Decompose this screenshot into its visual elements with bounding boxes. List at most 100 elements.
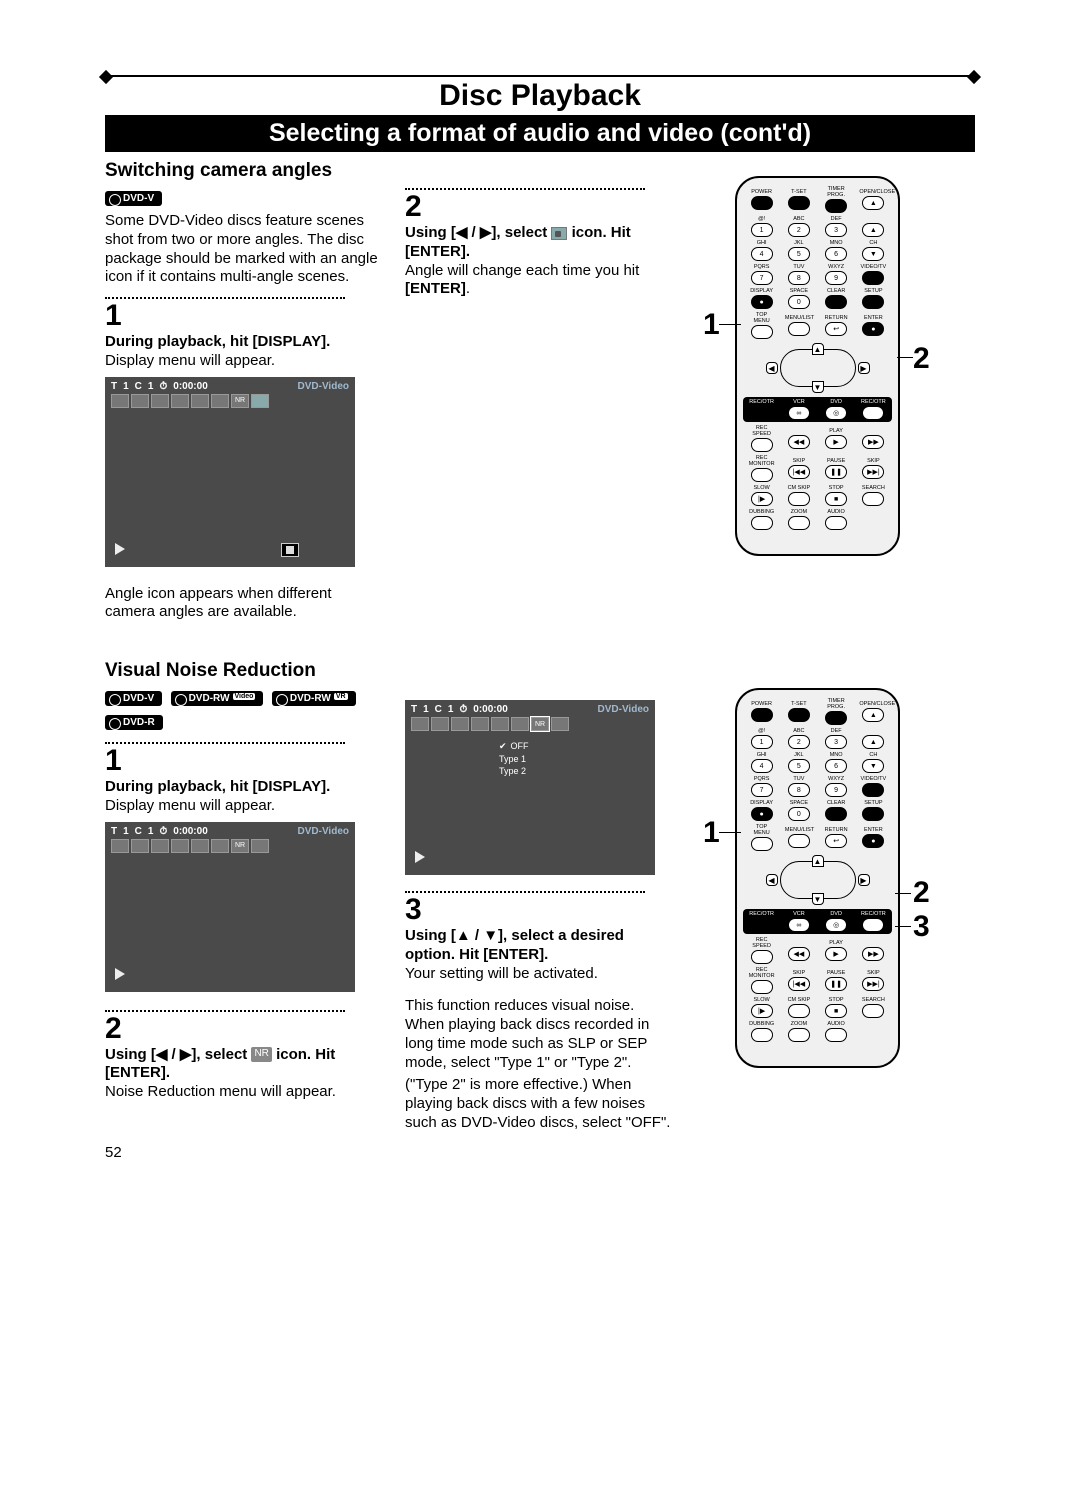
rc-ff-btn[interactable]: ▶▶ [862, 435, 884, 449]
rc2-cmskip-btn[interactable] [788, 1004, 810, 1018]
rc-stop-btn[interactable]: ■ [825, 492, 847, 506]
rc2-search-btn[interactable] [862, 1004, 884, 1018]
rc-slow-btn[interactable]: |▶ [751, 492, 773, 506]
rc2-timerprog-btn[interactable] [825, 711, 847, 725]
rc2-slow-btn[interactable]: |▶ [751, 1004, 773, 1018]
rc-play-btn[interactable]: ▶ [825, 435, 847, 449]
rc-0-btn[interactable]: 0 [788, 295, 810, 309]
rc-enter-btn[interactable]: ● [862, 322, 884, 336]
rc2-dubbing-btn[interactable] [751, 1028, 773, 1042]
rc-videotv-btn[interactable] [862, 271, 884, 285]
rc2-audio-btn[interactable] [825, 1028, 847, 1042]
rc2-ff[interactable]: ▶▶ [862, 947, 884, 961]
rc-dubbing-btn[interactable] [751, 516, 773, 530]
rc-topmenu-btn[interactable] [751, 325, 773, 339]
rc-audio: AUDIO [822, 509, 850, 515]
rc-down-btn[interactable]: ▼ [812, 381, 824, 393]
rc2-skipL-btn[interactable]: |◀◀ [788, 977, 810, 991]
rc-dvd-btn[interactable]: ◎ [825, 406, 847, 420]
rc-dpad: ▲ ▼ ◀ ▶ [758, 343, 878, 393]
rc-display-btn[interactable]: ● [751, 295, 773, 309]
rc-zoom-btn[interactable] [788, 516, 810, 530]
rc2-8[interactable]: 8 [788, 783, 810, 797]
rc2-recmon-btn[interactable] [751, 980, 773, 994]
rc2-recspeed-btn[interactable] [751, 950, 773, 964]
rc-7-btn[interactable]: 7 [751, 271, 773, 285]
remote-control-1: POWER T-SET TIMER PROG. OPEN/CLOSE▲ @!1 … [735, 176, 900, 556]
rc2-recotr2-btn[interactable] [862, 918, 884, 932]
rc2-9[interactable]: 9 [825, 783, 847, 797]
rc-recspeed-btn[interactable] [751, 438, 773, 452]
rc2-pause-btn[interactable]: ❚❚ [825, 977, 847, 991]
rc-ch: CH [859, 240, 887, 246]
rc2-display-btn[interactable]: ● [751, 807, 773, 821]
rc-8-btn[interactable]: 8 [788, 271, 810, 285]
rc-up-btn[interactable]: ▲ [812, 343, 824, 355]
rc2-openclose-btn[interactable]: ▲ [862, 708, 884, 722]
rc-9-btn[interactable]: 9 [825, 271, 847, 285]
rc-skipR: SKIP [859, 458, 887, 464]
rc2-chup[interactable]: ▲ [862, 735, 884, 749]
rc-vcr-btn[interactable]: ∞ [788, 406, 810, 420]
rc-1-btn[interactable]: 1 [751, 223, 773, 237]
rc2-tset-btn[interactable] [788, 708, 810, 722]
rc-tset-btn[interactable] [788, 196, 810, 210]
rc-chdn-btn[interactable]: ▼ [862, 247, 884, 261]
rc2-setup-btn[interactable] [862, 807, 884, 821]
rc2-2[interactable]: 2 [788, 735, 810, 749]
rc-2-btn[interactable]: 2 [788, 223, 810, 237]
rc-3-btn[interactable]: 3 [825, 223, 847, 237]
rc-right-btn[interactable]: ▶ [858, 362, 870, 374]
rc2-3[interactable]: 3 [825, 735, 847, 749]
rc2-left[interactable]: ◀ [766, 874, 778, 886]
rc-recotr2-btn[interactable] [862, 406, 884, 420]
rc2-rew[interactable]: ◀◀ [788, 947, 810, 961]
rc2-return-btn[interactable]: ↩ [825, 834, 847, 848]
rc2-7[interactable]: 7 [751, 783, 773, 797]
rc2-enter-btn[interactable]: ● [862, 834, 884, 848]
rc2-vcr-btn[interactable]: ∞ [788, 918, 810, 932]
rc-openclose-btn[interactable]: ▲ [862, 196, 884, 210]
rc-recmon-btn[interactable] [751, 468, 773, 482]
rc-search-btn[interactable] [862, 492, 884, 506]
rc-menulist-btn[interactable] [788, 322, 810, 336]
rc-4-btn[interactable]: 4 [751, 247, 773, 261]
rc-chup-btn[interactable]: ▲ [862, 223, 884, 237]
rc2-menulist-btn[interactable] [788, 834, 810, 848]
rc2-1[interactable]: 1 [751, 735, 773, 749]
rc-recotr-btn[interactable] [751, 406, 773, 420]
rc2-clear-btn[interactable] [825, 807, 847, 821]
rc-pause-btn[interactable]: ❚❚ [825, 465, 847, 479]
rc2-0[interactable]: 0 [788, 807, 810, 821]
rc2-right[interactable]: ▶ [858, 874, 870, 886]
rc-power-btn[interactable] [751, 196, 773, 210]
rc-skipR-btn[interactable]: ▶▶| [862, 465, 884, 479]
rc-cmskip-btn[interactable] [788, 492, 810, 506]
rc2-videotv-btn[interactable] [862, 783, 884, 797]
rc2-topmenu-btn[interactable] [751, 837, 773, 851]
rc2-6[interactable]: 6 [825, 759, 847, 773]
rc-timerprog-btn[interactable] [825, 199, 847, 213]
rc-return-btn[interactable]: ↩ [825, 322, 847, 336]
rc2-5[interactable]: 5 [788, 759, 810, 773]
scr-time: 0:00:00 [173, 381, 207, 392]
rc-left-btn[interactable]: ◀ [766, 362, 778, 374]
rc2-play-btn[interactable]: ▶ [825, 947, 847, 961]
rc-setup-btn[interactable] [862, 295, 884, 309]
rc-audio-btn[interactable] [825, 516, 847, 530]
rc-skipL-btn[interactable]: |◀◀ [788, 465, 810, 479]
rc2-zoom-btn[interactable] [788, 1028, 810, 1042]
rc-5-btn[interactable]: 5 [788, 247, 810, 261]
rc2-down[interactable]: ▼ [812, 893, 824, 905]
rc2-up[interactable]: ▲ [812, 855, 824, 867]
rc2-chdn[interactable]: ▼ [862, 759, 884, 773]
rc2-recotr-btn[interactable] [751, 918, 773, 932]
rc-clear-btn[interactable] [825, 295, 847, 309]
rc-6-btn[interactable]: 6 [825, 247, 847, 261]
rc2-4[interactable]: 4 [751, 759, 773, 773]
rc2-stop-btn[interactable]: ■ [825, 1004, 847, 1018]
rc2-power-btn[interactable] [751, 708, 773, 722]
rc-rew-btn[interactable]: ◀◀ [788, 435, 810, 449]
rc2-skipR-btn[interactable]: ▶▶| [862, 977, 884, 991]
rc2-dvd-btn[interactable]: ◎ [825, 918, 847, 932]
